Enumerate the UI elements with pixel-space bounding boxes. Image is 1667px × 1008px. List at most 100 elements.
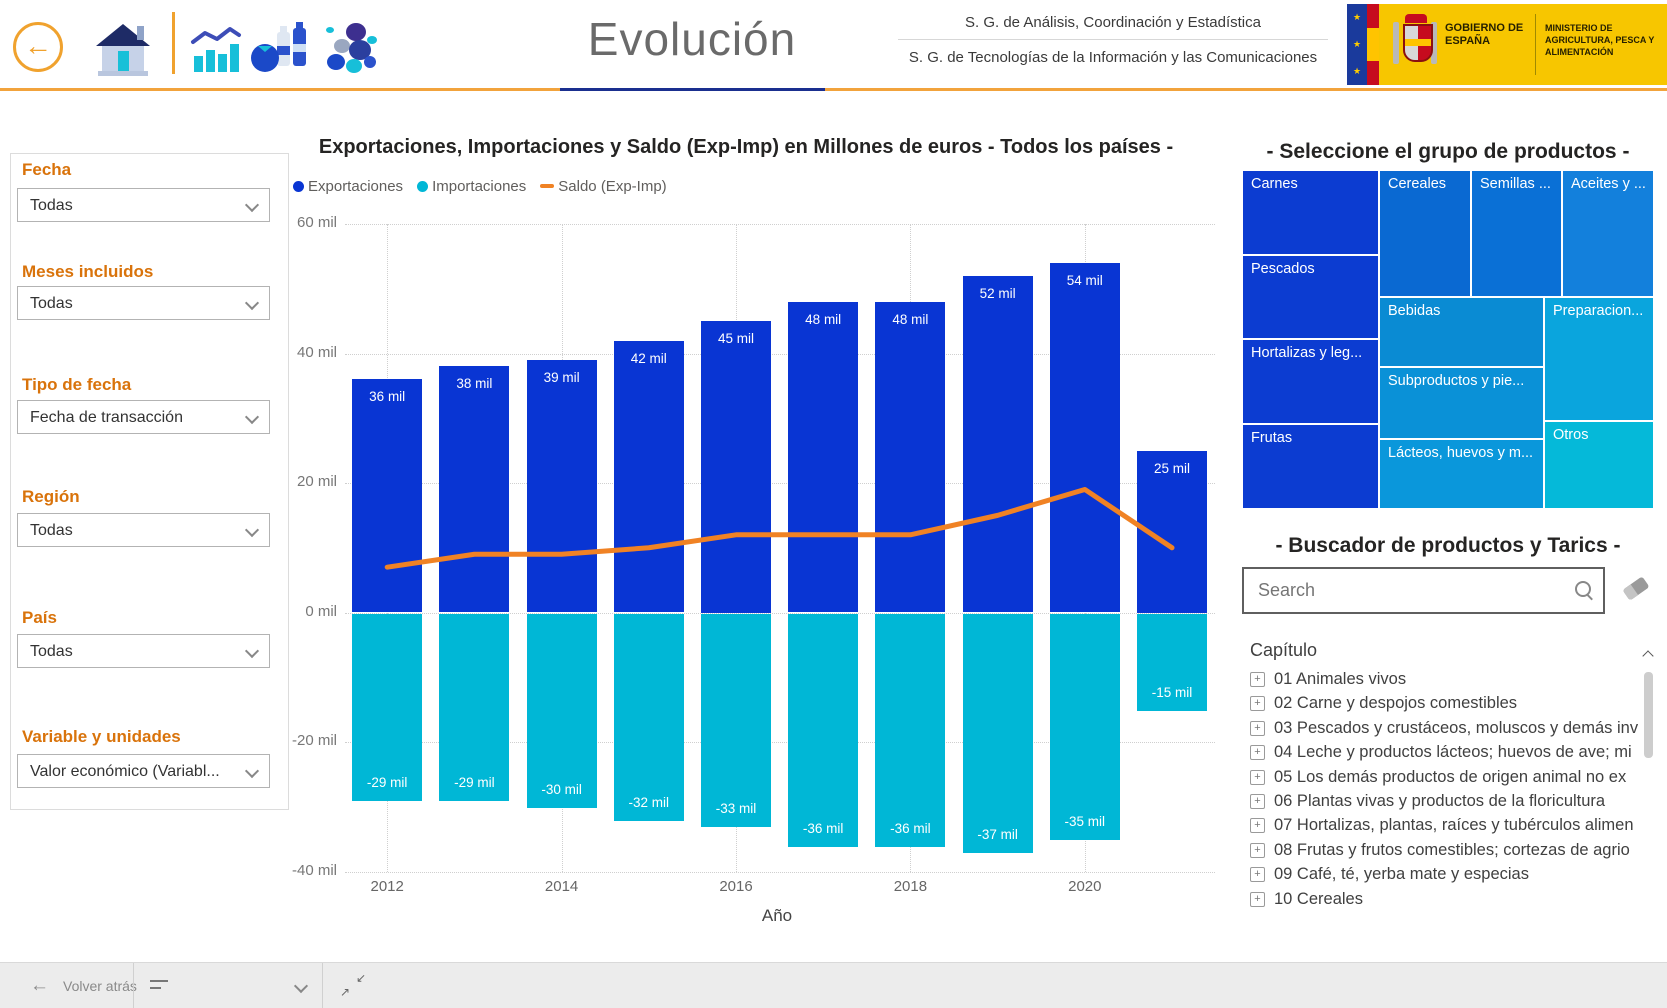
- back-button[interactable]: ←: [13, 22, 63, 72]
- chevron-down-icon: [245, 764, 259, 778]
- page-title: Evolución: [542, 12, 842, 66]
- list-item-capitulo-3[interactable]: +03 Pescados y crustáceos, moluscos y de…: [1250, 719, 1638, 738]
- charts-icon[interactable]: [190, 26, 242, 74]
- bar-exportaciones-2012[interactable]: [352, 379, 422, 612]
- bar-importaciones-2015[interactable]: [614, 614, 684, 821]
- filter-dropdown-2[interactable]: Fecha de transacción: [17, 400, 270, 434]
- capitulo-item-label: 04 Leche y productos lácteos; huevos de …: [1274, 743, 1632, 762]
- scrollbar-thumb[interactable]: [1644, 672, 1653, 758]
- filter-dropdown-1[interactable]: Todas: [17, 286, 270, 320]
- eraser-icon[interactable]: [1622, 576, 1649, 600]
- bar-exportaciones-2020[interactable]: [1050, 263, 1120, 613]
- footer-back-button[interactable]: ← Volver atrás: [30, 963, 137, 1008]
- legend-item-saldo (exp-imp)[interactable]: Saldo (Exp-Imp): [540, 178, 666, 195]
- list-item-capitulo-1[interactable]: +01 Animales vivos: [1250, 670, 1406, 689]
- bar-importaciones-2017[interactable]: [788, 614, 858, 847]
- expand-icon[interactable]: +: [1250, 721, 1265, 736]
- bar-importaciones-2018[interactable]: [875, 614, 945, 847]
- treemap-cell-carnes[interactable]: Carnes: [1243, 171, 1378, 254]
- filter-dropdown-3[interactable]: Todas: [17, 513, 270, 547]
- back-arrow-icon: ←: [24, 30, 52, 61]
- bar-exportaciones-2013[interactable]: [439, 366, 509, 612]
- capitulo-scrollbar[interactable]: [1641, 648, 1656, 904]
- expand-icon[interactable]: +: [1250, 696, 1265, 711]
- list-item-capitulo-10[interactable]: +10 Cereales: [1250, 890, 1363, 909]
- treemap-cell-label: Carnes: [1243, 171, 1378, 197]
- expand-icon[interactable]: +: [1250, 843, 1265, 858]
- list-item-capitulo-7[interactable]: +07 Hortalizas, plantas, raíces y tubérc…: [1250, 816, 1634, 835]
- treemap-title: - Seleccione el grupo de productos -: [1243, 140, 1653, 164]
- list-item-capitulo-9[interactable]: +09 Café, té, yerba mate y especias: [1250, 865, 1529, 884]
- y-axis-tick: -40 mil: [277, 862, 337, 879]
- list-item-capitulo-6[interactable]: +06 Plantas vivas y productos de la flor…: [1250, 792, 1605, 811]
- bar-value-label: -35 mil: [1050, 814, 1120, 829]
- expand-icon[interactable]: +: [1250, 818, 1265, 833]
- bar-value-label: -33 mil: [701, 801, 771, 816]
- treemap-cell-cereales[interactable]: Cereales: [1380, 171, 1470, 296]
- expand-icon[interactable]: +: [1250, 794, 1265, 809]
- filter-dropdown-5[interactable]: Valor económico (Variabl...: [17, 754, 270, 788]
- bar-importaciones-2016[interactable]: [701, 614, 771, 828]
- chart-legend: Exportaciones Importaciones Saldo (Exp-Imp…: [293, 176, 667, 196]
- legend-item-importaciones[interactable]: Importaciones: [417, 178, 526, 195]
- filter-dropdown-0[interactable]: Todas: [17, 188, 270, 222]
- expand-icon[interactable]: +: [1250, 867, 1265, 882]
- org-text-block: S. G. de Análisis, Coordinación y Estadí…: [898, 8, 1328, 66]
- expand-icon[interactable]: +: [1250, 770, 1265, 785]
- bar-importaciones-2012[interactable]: [352, 614, 422, 802]
- footer-divider: [322, 963, 323, 1008]
- search-input[interactable]: [1244, 569, 1603, 612]
- scroll-up-icon[interactable]: [1642, 650, 1653, 661]
- bar-exportaciones-2016[interactable]: [701, 321, 771, 612]
- treemap-cell-subproductos-y-pie-[interactable]: Subproductos y pie...: [1380, 368, 1543, 438]
- home-button[interactable]: [95, 24, 151, 76]
- bar-exportaciones-2018[interactable]: [875, 302, 945, 613]
- treemap-cell-label: Semillas ...: [1472, 171, 1561, 197]
- bar-exportaciones-2017[interactable]: [788, 302, 858, 613]
- legend-item-exportaciones[interactable]: Exportaciones: [293, 178, 403, 195]
- treemap-cell-bebidas[interactable]: Bebidas: [1380, 298, 1543, 366]
- page-list-icon[interactable]: [150, 980, 168, 992]
- chevron-down-icon[interactable]: [294, 979, 308, 993]
- bar-exportaciones-2014[interactable]: [527, 360, 597, 613]
- treemap-cell-pescados[interactable]: Pescados: [1243, 256, 1378, 338]
- bar-exportaciones-2019[interactable]: [963, 276, 1033, 613]
- list-item-capitulo-4[interactable]: +04 Leche y productos lácteos; huevos de…: [1250, 743, 1632, 762]
- capitulo-item-label: 09 Café, té, yerba mate y especias: [1274, 865, 1529, 884]
- capitulo-item-label: 05 Los demás productos de origen animal …: [1274, 768, 1626, 787]
- treemap-cell-semillas-[interactable]: Semillas ...: [1472, 171, 1561, 296]
- bar-importaciones-2020[interactable]: [1050, 614, 1120, 841]
- bar-importaciones-2013[interactable]: [439, 614, 509, 802]
- treemap-cell-hortalizas-y-leg-[interactable]: Hortalizas y leg...: [1243, 340, 1378, 423]
- expand-icon[interactable]: +: [1250, 672, 1265, 687]
- filter-panel: [10, 153, 289, 810]
- bar-value-label: 25 mil: [1137, 461, 1207, 476]
- treemap-cell-otros[interactable]: Otros: [1545, 422, 1653, 508]
- filter-dropdown-4[interactable]: Todas: [17, 634, 270, 668]
- treemap-cell-l-cteos-huevos-y-m-[interactable]: Lácteos, huevos y m...: [1380, 440, 1543, 508]
- bar-importaciones-2014[interactable]: [527, 614, 597, 808]
- europe-map-icon[interactable]: [318, 18, 380, 76]
- footer-divider: [133, 963, 134, 1008]
- capitulo-list: +01 Animales vivos +02 Carne y despojos c…: [1250, 668, 1638, 918]
- treemap-cell-frutas[interactable]: Frutas: [1243, 425, 1378, 508]
- bar-value-label: 36 mil: [352, 389, 422, 404]
- treemap-cell-label: Aceites y ...: [1563, 171, 1653, 197]
- fit-to-page-icon[interactable]: ↙ ↗: [340, 971, 366, 999]
- bar-value-label: 38 mil: [439, 376, 509, 391]
- report-page: ←: [0, 0, 1667, 1008]
- home-base: [98, 71, 148, 76]
- search-icon[interactable]: [1575, 581, 1591, 597]
- bar-exportaciones-2015[interactable]: [614, 341, 684, 613]
- treemap-cell-preparacion-[interactable]: Preparacion...: [1545, 298, 1653, 420]
- expand-icon[interactable]: +: [1250, 745, 1265, 760]
- bar-importaciones-2019[interactable]: [963, 614, 1033, 854]
- list-item-capitulo-2[interactable]: +02 Carne y despojos comestibles: [1250, 694, 1517, 713]
- expand-icon[interactable]: +: [1250, 892, 1265, 907]
- legend-swatch: [540, 184, 554, 188]
- list-item-capitulo-5[interactable]: +05 Los demás productos de origen animal…: [1250, 768, 1626, 787]
- list-item-capitulo-8[interactable]: +08 Frutas y frutos comestibles; corteza…: [1250, 841, 1630, 860]
- header: ←: [0, 0, 1667, 88]
- food-icon[interactable]: [250, 20, 310, 76]
- treemap-cell-aceites-y-[interactable]: Aceites y ...: [1563, 171, 1653, 296]
